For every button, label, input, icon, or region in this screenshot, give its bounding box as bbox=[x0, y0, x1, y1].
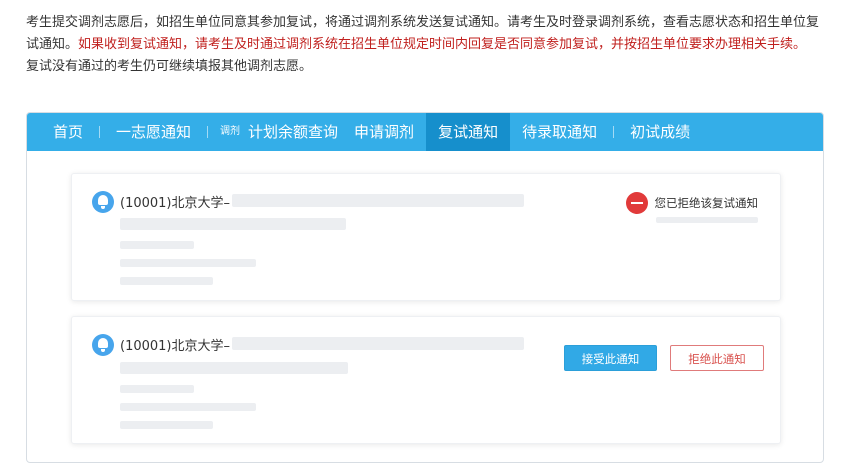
reject-notice-button[interactable]: 拒绝此通知 bbox=[670, 345, 764, 371]
retest-notice-card: (10001)北京大学– 接受此通知 拒绝此通知 bbox=[71, 316, 781, 444]
redacted-text bbox=[656, 217, 758, 223]
redacted-text bbox=[232, 194, 524, 207]
nav-quota-query[interactable]: 计划余额查询 bbox=[244, 113, 350, 151]
intro-text: 考生提交调剂志愿后，如招生单位同意其参加复试，将通过调剂系统发送复试通知。请考生… bbox=[26, 12, 826, 78]
nav-admission-notice[interactable]: 待录取通知 bbox=[510, 113, 609, 151]
redacted-text bbox=[120, 241, 194, 249]
nav-retest-notice[interactable]: 复试通知 bbox=[426, 113, 511, 151]
redacted-text bbox=[232, 337, 524, 350]
adjust-panel: 首页 一志愿通知 调剂 计划余额查询 申请调剂 复试通知 待录取通知 初试成绩 … bbox=[26, 112, 824, 463]
nav-divider bbox=[613, 126, 615, 138]
bell-icon bbox=[92, 334, 114, 356]
bell-icon bbox=[92, 191, 114, 213]
status-rejected: 您已拒绝该复试通知 bbox=[625, 192, 759, 214]
redacted-text bbox=[120, 362, 348, 374]
nav-apply-adjust[interactable]: 申请调剂 bbox=[350, 113, 426, 151]
nav-divider bbox=[207, 126, 209, 138]
nav-home[interactable]: 首页 bbox=[41, 113, 95, 151]
redacted-text bbox=[120, 218, 346, 230]
top-nav: 首页 一志愿通知 调剂 计划余额查询 申请调剂 复试通知 待录取通知 初试成绩 bbox=[27, 113, 823, 151]
retest-notice-card: (10001)北京大学– 您已拒绝该复试通知 bbox=[71, 173, 781, 301]
nav-preliminary-score[interactable]: 初试成绩 bbox=[618, 113, 702, 151]
nav-divider bbox=[99, 126, 101, 138]
redacted-text bbox=[120, 259, 256, 267]
status-text: 您已拒绝该复试通知 bbox=[654, 196, 759, 210]
nav-adjust-label: 调剂 bbox=[220, 126, 241, 137]
redacted-text bbox=[120, 277, 213, 285]
notice-title: (10001)北京大学– bbox=[120, 339, 230, 354]
notice-title: (10001)北京大学– bbox=[120, 196, 230, 211]
redacted-text bbox=[120, 403, 256, 411]
intro-line-3: 复试没有通过的考生仍可继续填报其他调剂志愿。 bbox=[26, 59, 313, 74]
nav-first-choice[interactable]: 一志愿通知 bbox=[104, 113, 203, 151]
minus-circle-icon bbox=[625, 192, 648, 214]
redacted-text bbox=[120, 385, 194, 393]
redacted-text bbox=[120, 421, 213, 429]
accept-notice-button[interactable]: 接受此通知 bbox=[564, 345, 657, 371]
intro-warning: 如果收到复试通知，请考生及时通过调剂系统在招生单位规定时间内回复是否同意参加复试… bbox=[78, 37, 807, 52]
